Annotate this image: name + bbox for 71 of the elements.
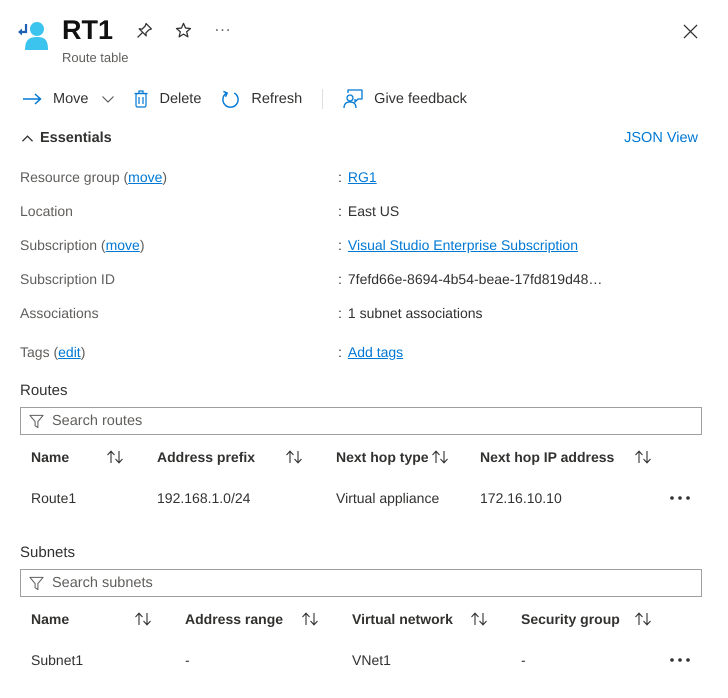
value-link[interactable]: RG1 — [348, 169, 377, 185]
sort-arrows-icon[interactable] — [285, 450, 303, 464]
arrow-right-icon — [22, 93, 42, 105]
separator-colon: : — [338, 203, 342, 219]
property-label: Subscription (move) — [20, 237, 146, 253]
chevron-down-icon — [102, 96, 114, 102]
column-header[interactable]: Address range — [185, 611, 284, 627]
table-cell: Subnet1 — [31, 652, 84, 668]
move-button[interactable]: Move — [22, 85, 114, 113]
separator-colon: : — [338, 271, 342, 287]
column-header[interactable]: Virtual network — [352, 611, 453, 627]
label-link[interactable]: edit — [58, 344, 81, 360]
pin-icon[interactable] — [136, 22, 154, 38]
sort-arrows-icon[interactable] — [634, 450, 652, 464]
resource-type: Route table — [62, 50, 130, 66]
column-header[interactable]: Next hop IP address — [480, 449, 614, 465]
refresh-button[interactable]: Refresh — [221, 85, 302, 113]
star-icon[interactable] — [175, 22, 192, 38]
column-header[interactable]: Name — [31, 449, 70, 465]
close-icon[interactable] — [683, 24, 698, 39]
column-header[interactable]: Name — [31, 611, 70, 627]
label-link[interactable]: move — [106, 237, 140, 253]
property-label: Resource group (move) — [20, 169, 168, 185]
table-cell: Virtual appliance — [336, 490, 440, 506]
separator-colon: : — [338, 305, 342, 321]
value-link[interactable]: Visual Studio Enterprise Subscription — [348, 237, 578, 253]
table-cell: - — [185, 652, 190, 668]
table-cell: - — [521, 652, 526, 668]
property-value: 7fefd66e-8694-4b54-beae-17fd819d48… — [348, 271, 602, 287]
search-field[interactable]: Search subnets — [20, 569, 702, 597]
sort-arrows-icon[interactable] — [470, 612, 488, 626]
property-label: Associations — [20, 305, 100, 321]
trash-icon — [134, 90, 148, 108]
feedback-button[interactable]: Give feedback — [343, 85, 467, 113]
property-label: Location — [20, 203, 74, 219]
delete-button[interactable]: Delete — [134, 85, 202, 113]
value-link[interactable]: Add tags — [348, 344, 404, 360]
more-icon[interactable] — [670, 496, 690, 500]
sort-arrows-icon[interactable] — [301, 612, 319, 626]
essentials-toggle[interactable]: Essentials — [20, 130, 112, 146]
refresh-icon — [221, 90, 240, 108]
sort-arrows-icon[interactable] — [134, 612, 152, 626]
more-icon[interactable] — [215, 28, 230, 32]
column-header[interactable]: Next hop type — [336, 449, 429, 465]
property-label: Tags (edit) — [20, 344, 86, 360]
filter-icon — [29, 576, 44, 591]
caret-icon — [22, 134, 33, 142]
section-title: Routes — [20, 381, 69, 401]
section-title: Subnets — [20, 543, 76, 563]
property-value: East US — [348, 203, 400, 219]
column-header[interactable]: Address prefix — [157, 449, 256, 465]
table-cell: 192.168.1.0/24 — [157, 490, 250, 506]
resource-title: RT1 — [62, 14, 114, 46]
separator-colon: : — [338, 237, 342, 253]
sort-arrows-icon[interactable] — [106, 450, 124, 464]
property-label: Subscription ID — [20, 271, 116, 287]
filter-icon — [29, 414, 44, 429]
json-view-link[interactable]: JSON View — [624, 130, 698, 146]
separator-colon: : — [338, 169, 342, 185]
table-cell: VNet1 — [352, 652, 391, 668]
more-icon[interactable] — [670, 658, 690, 662]
property-value: 1 subnet associations — [348, 305, 483, 321]
sort-arrows-icon[interactable] — [430, 450, 449, 464]
label-link[interactable]: move — [128, 169, 162, 185]
column-header[interactable]: Security group — [521, 611, 620, 627]
separator-colon: : — [338, 344, 342, 360]
feedback-icon — [343, 89, 364, 109]
search-field[interactable]: Search routes — [20, 407, 702, 435]
sort-arrows-icon[interactable] — [634, 612, 652, 626]
table-cell: Route1 — [31, 490, 76, 506]
table-cell: 172.16.10.10 — [480, 490, 562, 506]
